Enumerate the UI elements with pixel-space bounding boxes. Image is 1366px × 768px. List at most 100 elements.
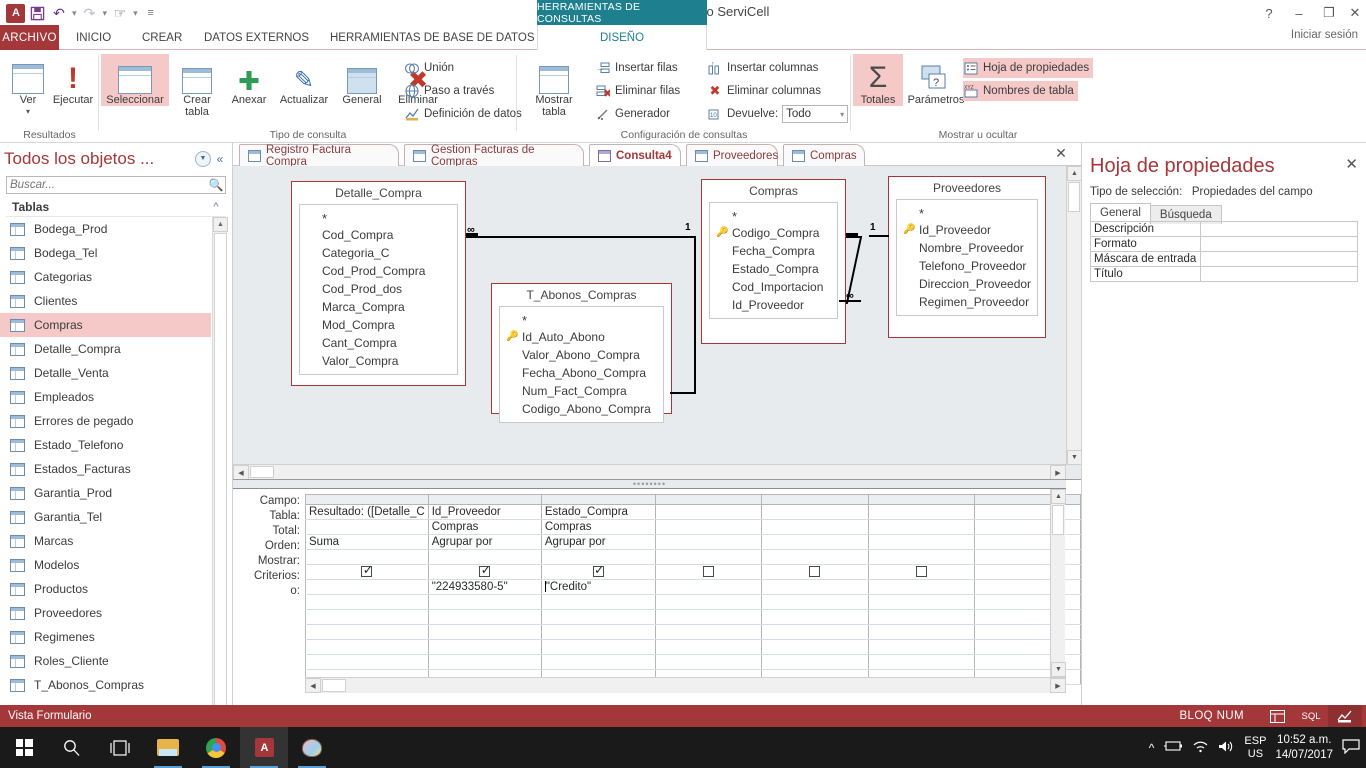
help-button[interactable]: ? — [1254, 2, 1284, 24]
nav-item-regimenes[interactable]: Regimenes — [0, 625, 211, 649]
field-estado-compra[interactable]: Estado_Compra — [710, 260, 837, 278]
diagram-vertical-scrollbar[interactable]: ▲ ▼ — [1066, 166, 1081, 465]
grid-cell-campo[interactable] — [655, 504, 763, 520]
grid-cell-empty[interactable] — [761, 624, 869, 640]
grid-row-empty[interactable] — [305, 624, 1081, 640]
grid-show-checkbox-cell[interactable] — [541, 564, 656, 580]
grid-cell-empty[interactable] — [541, 609, 656, 625]
tab-datos-externos[interactable]: DATOS EXTERNOS — [194, 25, 319, 50]
scroll-thumb[interactable] — [322, 679, 346, 692]
document-tab-strip[interactable]: ✕ Registro Factura Compra Gestion Factura… — [233, 143, 1081, 168]
grid-cell-empty[interactable] — [428, 624, 542, 640]
tab-inicio[interactable]: INICIO — [66, 25, 121, 50]
grid-cell-empty[interactable] — [761, 654, 869, 670]
search-icon[interactable]: 🔍 — [207, 178, 225, 192]
grid-cell-total[interactable] — [761, 534, 869, 550]
grid-show-checkbox-cell[interactable] — [655, 564, 763, 580]
grid-column-selector[interactable] — [761, 494, 869, 505]
grid-cell-campo[interactable]: Resultado: ([Detalle_C — [305, 504, 429, 520]
field-categoria-c[interactable]: Categoria_C — [300, 244, 457, 262]
query-design-diagram[interactable]: Detalle_Compra * Cod_Compra Categoria_C … — [233, 166, 1081, 480]
grid-cell-empty[interactable] — [305, 609, 429, 625]
property-value[interactable] — [1200, 251, 1358, 267]
nav-item-errores-de-pegado[interactable]: Errores de pegado — [0, 409, 211, 433]
generador-button[interactable]: Generador — [595, 104, 670, 124]
grid-cell-criterios[interactable]: "Credito" — [541, 579, 656, 595]
scroll-right-icon[interactable]: ▶ — [1050, 678, 1066, 693]
grid-cell-empty[interactable] — [541, 639, 656, 655]
chevron-down-icon[interactable]: ▾ — [840, 110, 844, 119]
field-codigo-compra[interactable]: 🔑 Codigo_Compra — [710, 224, 837, 242]
table-box-proveedores[interactable]: Proveedores * 🔑 Id_Proveedor Nombre_Prov… — [888, 176, 1046, 338]
show-checkbox[interactable] — [702, 566, 714, 578]
property-row[interactable]: Formato — [1090, 236, 1358, 252]
design-view-icon[interactable] — [1328, 705, 1362, 727]
field-direccion-proveedor[interactable]: Direccion_Proveedor — [897, 275, 1037, 293]
file-explorer-icon[interactable] — [144, 727, 192, 768]
grid-cell-criterios[interactable] — [655, 579, 763, 595]
grid-cell-criterios[interactable] — [761, 579, 869, 595]
ejecutar-button[interactable]: ! Ejecutar — [47, 54, 99, 107]
volume-icon[interactable] — [1218, 740, 1235, 756]
grid-cell-empty[interactable] — [541, 654, 656, 670]
grid-cell-empty[interactable] — [868, 624, 976, 640]
grid-show-checkbox-cell[interactable] — [761, 564, 869, 580]
nav-item-empleados[interactable]: Empleados — [0, 385, 211, 409]
grid-cell-empty[interactable] — [305, 639, 429, 655]
grid-row-empty[interactable] — [305, 609, 1081, 625]
sign-in-link[interactable]: Iniciar sesión — [1291, 29, 1358, 41]
grid-vertical-scrollbar[interactable]: ▲ ▼ — [1050, 489, 1066, 677]
field-num-fact-compra[interactable]: Num_Fact_Compra — [500, 382, 663, 400]
scroll-right-icon[interactable]: ▶ — [1050, 465, 1066, 479]
grid-cell-empty[interactable] — [655, 624, 763, 640]
grid-row-tabla[interactable]: Compras Compras — [305, 519, 1081, 535]
grid-cell-tabla[interactable] — [868, 519, 976, 535]
devuelve-control[interactable]: 10 Devuelve: Todo ▾ — [707, 104, 849, 124]
nav-item-clientes[interactable]: Clientes — [0, 289, 211, 313]
field-id-proveedor[interactable]: Id_Proveedor — [710, 296, 837, 314]
grid-cell-tabla[interactable]: Compras — [541, 519, 656, 535]
field-asterisk[interactable]: * — [897, 203, 1037, 221]
navpane-group-tablas[interactable]: Tablas ^ — [6, 198, 226, 217]
diagram-horizontal-scrollbar[interactable]: ◀ ▶ — [233, 464, 1066, 479]
field-list[interactable]: * 🔑 Codigo_Compra Fecha_Compra Estado_Co… — [709, 202, 838, 319]
definicion-datos-button[interactable]: Definición de datos — [404, 104, 522, 124]
grid-cell-empty[interactable] — [655, 654, 763, 670]
field-fecha-abono-compra[interactable]: Fecha_Abono_Compra — [500, 364, 663, 382]
property-row[interactable]: Título — [1090, 266, 1358, 282]
grid-cell-empty[interactable] — [761, 609, 869, 625]
grid-cell-o[interactable] — [541, 594, 656, 610]
scroll-left-icon[interactable]: ◀ — [305, 678, 321, 693]
chevron-up-icon[interactable]: ^ — [1149, 741, 1155, 755]
grid-cell-total[interactable]: Agrupar por — [541, 534, 656, 550]
datasheet-view-icon[interactable] — [1260, 705, 1294, 727]
close-property-sheet-icon[interactable]: ✕ — [1345, 155, 1358, 173]
property-list[interactable]: Descripción Formato Máscara de entrada Títu… — [1090, 221, 1358, 282]
grid-cell-empty[interactable] — [655, 639, 763, 655]
tab-herramientas-bd[interactable]: HERRAMIENTAS DE BASE DE DATOS — [320, 25, 544, 50]
property-value[interactable] — [1200, 266, 1358, 282]
nav-item-categorias[interactable]: Categorias — [0, 265, 211, 289]
field-fecha-compra[interactable]: Fecha_Compra — [710, 242, 837, 260]
grid-cell-empty[interactable] — [305, 654, 429, 670]
grid-cell-empty[interactable] — [428, 654, 542, 670]
grid-row-o[interactable] — [305, 594, 1081, 610]
start-icon[interactable] — [0, 727, 48, 768]
scroll-thumb[interactable] — [1052, 505, 1064, 535]
grid-cell-empty[interactable] — [761, 639, 869, 655]
show-checkbox[interactable] — [361, 565, 373, 578]
eliminar-columnas-button[interactable]: ✖ Eliminar columnas — [707, 81, 821, 101]
field-mod-compra[interactable]: Mod_Compra — [300, 316, 457, 334]
query-design-grid[interactable]: Campo: Tabla: Total: Orden: Mostrar: Criterio… — [233, 489, 1081, 705]
nav-item-marcas[interactable]: Marcas — [0, 529, 211, 553]
parametros-button[interactable]: ? Parámetros — [905, 54, 967, 106]
grid-show-checkbox-cell[interactable] — [428, 564, 542, 580]
grid-column-selector[interactable] — [428, 494, 542, 505]
grid-column-header-row[interactable] — [305, 494, 1081, 505]
property-value[interactable] — [1200, 221, 1358, 237]
navpane-dropdown-icon[interactable]: ▼ — [195, 150, 211, 167]
scroll-up-icon[interactable]: ▲ — [1067, 166, 1081, 181]
grid-cell-orden[interactable] — [655, 549, 763, 565]
grid-cell-empty[interactable] — [868, 639, 976, 655]
show-checkbox[interactable] — [916, 566, 928, 578]
